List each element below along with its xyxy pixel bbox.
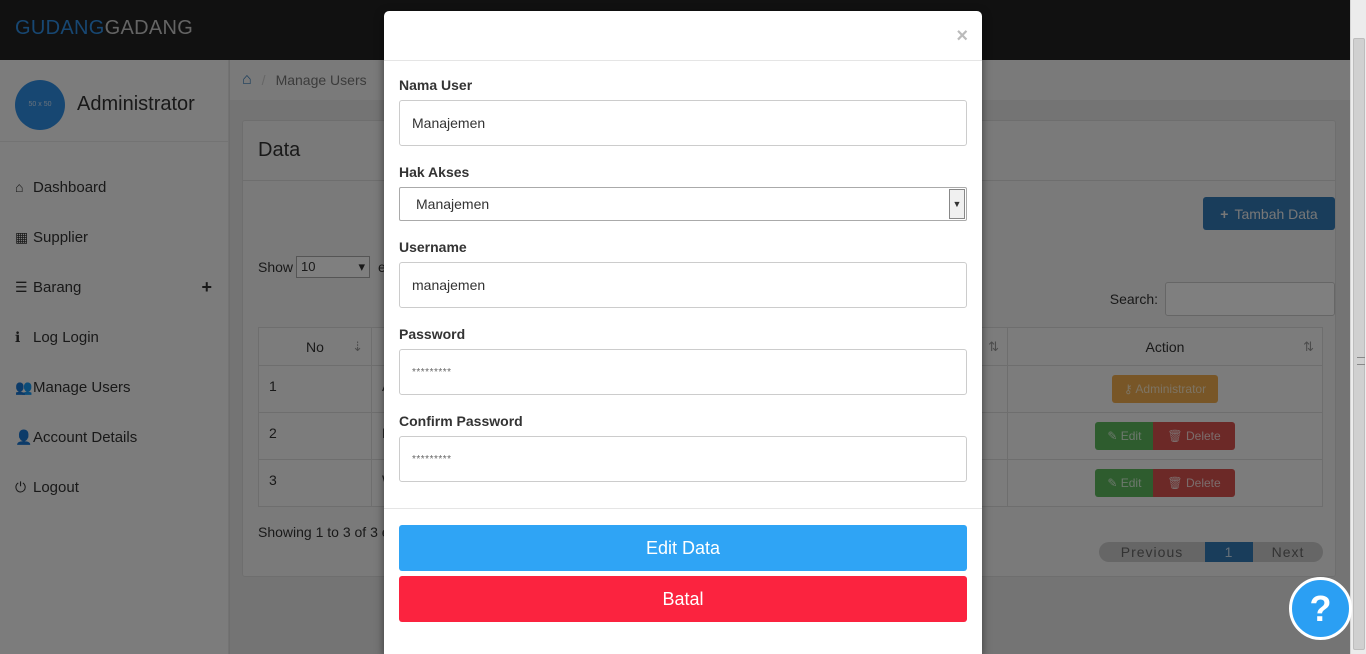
modal-footer: Edit Data Batal: [384, 508, 982, 643]
modal-header: ×: [384, 11, 982, 61]
confirm-password-input[interactable]: *********: [399, 436, 967, 482]
hak-akses-select[interactable]: Manajemen ▼: [399, 187, 967, 221]
cancel-button[interactable]: Batal: [399, 576, 967, 622]
hak-akses-label: Hak Akses: [399, 164, 470, 180]
chevron-down-icon[interactable]: ▼: [949, 189, 965, 219]
confirm-password-label: Confirm Password: [399, 413, 523, 429]
nama-user-input[interactable]: Manajemen: [399, 100, 967, 146]
edit-user-form: Nama User Manajemen Hak Akses Manajemen …: [384, 61, 982, 482]
password-label: Password: [399, 326, 466, 342]
edit-user-modal: × Nama User Manajemen Hak Akses Manajeme…: [384, 11, 982, 654]
password-input[interactable]: *********: [399, 349, 967, 395]
hak-akses-value: Manajemen: [416, 196, 490, 212]
scrollbar-grip: [1357, 357, 1365, 365]
vertical-scrollbar[interactable]: [1350, 0, 1366, 654]
username-input[interactable]: manajemen: [399, 262, 967, 308]
edit-data-button[interactable]: Edit Data: [399, 525, 967, 571]
nama-user-label: Nama User: [399, 77, 473, 93]
close-icon[interactable]: ×: [956, 25, 968, 48]
username-label: Username: [399, 239, 467, 255]
help-button[interactable]: ?: [1289, 577, 1352, 640]
scrollbar-thumb[interactable]: [1353, 38, 1365, 650]
